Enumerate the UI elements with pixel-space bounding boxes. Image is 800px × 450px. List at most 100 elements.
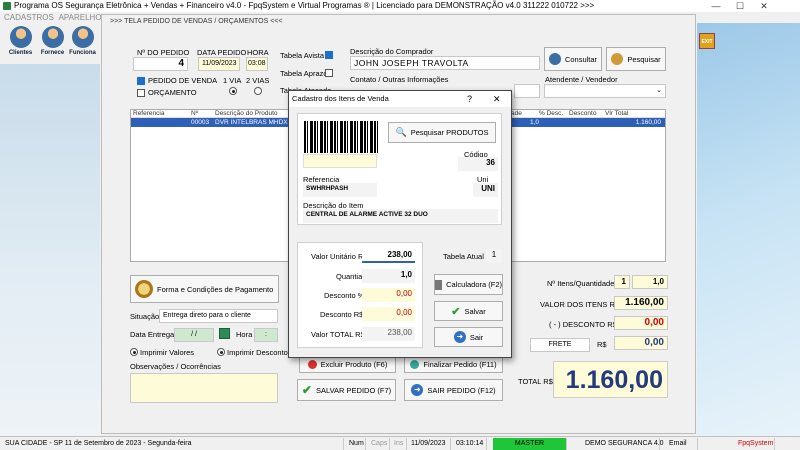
salvar-pedido-button[interactable]: ✔ SALVAR PEDIDO (F7) [297, 379, 396, 401]
help-icon[interactable]: ? [467, 91, 472, 107]
items-qty-field: 1,0 [632, 275, 668, 289]
check-icon: ✔ [451, 305, 461, 318]
consultar-button[interactable]: Consultar [544, 47, 602, 71]
col-quantidade: ade [511, 110, 522, 117]
sair-pedido-label: SAIR PEDIDO (F12) [427, 385, 496, 395]
status-num: Num [346, 438, 366, 450]
item-desc-field[interactable]: CENTRAL DE ALARME ACTIVE 32 DUO [303, 209, 498, 223]
delivery-date-label: Data Entrega [130, 330, 175, 339]
pedido-venda-checkbox[interactable] [137, 77, 145, 85]
row-quantidade: 1,0 [529, 119, 539, 126]
order-date-field[interactable]: 11/09/2023 [198, 57, 240, 71]
people-search-icon [611, 53, 624, 65]
col-total: Vlr Total [605, 110, 629, 117]
buyer-name-field[interactable]: JOHN JOSEPH TRAVOLTA [350, 56, 540, 70]
items-qty-label: Nº Itens/Quantidade [547, 279, 615, 288]
disc-field[interactable]: 0,00 [362, 307, 415, 321]
via1-label: 1 VIA [223, 76, 242, 85]
attendant-label: Atendente / Vendedor [545, 75, 618, 84]
check-icon: ✔ [301, 383, 312, 397]
col-desconto: Desconto [569, 110, 597, 117]
calendar-icon[interactable] [219, 328, 230, 339]
ref-field[interactable]: SWHRHPASH [303, 183, 377, 197]
order-number-field[interactable]: 4 [133, 57, 188, 71]
window-title-bar: Programa OS Segurança Eletrônica + Venda… [0, 0, 800, 12]
situation-select[interactable]: Entrega direto para o cliente [159, 309, 278, 323]
status-bar: SUA CIDADE - SP 11 de Setembro de 2023 -… [0, 436, 800, 450]
coins-icon [135, 280, 153, 298]
via2-radio[interactable] [254, 87, 262, 95]
screen-title: >>> TELA PEDIDO DE VENDAS / ORÇAMENTOS <… [110, 18, 283, 25]
disc-pct-field[interactable]: 0,00 [362, 288, 415, 302]
payment-button[interactable]: Forma e Condições de Pagamento [130, 275, 279, 303]
qty-label: Quantia [336, 272, 363, 281]
close-button[interactable]: ✕ [752, 0, 776, 12]
order-time-field[interactable]: 03:08 [246, 57, 268, 71]
arrow-icon: ➜ [453, 331, 466, 343]
minimize-button[interactable]: — [704, 0, 728, 12]
obs-field[interactable] [130, 373, 278, 403]
uni-field[interactable]: UNI [473, 183, 498, 197]
tabela-aprazo-checkbox[interactable] [325, 69, 333, 77]
obs-label: Observações / Ocorrências [130, 362, 221, 371]
desktop-background-right [697, 23, 800, 436]
frete-label: FRETE [530, 338, 590, 352]
orcamento-checkbox[interactable] [137, 89, 145, 97]
orcamento-label: ORÇAMENTO [148, 88, 197, 97]
pesquisar-button[interactable]: Pesquisar [606, 47, 666, 71]
item-dialog-title: Cadastro dos Itens de Venda [292, 94, 389, 103]
tabela-avista-label: Tabela Avista [280, 51, 325, 60]
exit-button[interactable]: EXIT [699, 33, 715, 49]
total-value: 1.160,00 [553, 361, 668, 398]
funciona-button[interactable]: Funciona [66, 24, 99, 64]
col-desc-pct: % Desc. [539, 110, 564, 117]
search-products-button[interactable]: 🔍 Pesquisar PRODUTOS [388, 122, 496, 143]
status-time: 03:10:14 [453, 438, 487, 450]
delivery-hour-field[interactable]: : [254, 328, 278, 342]
situation-label: Situação [130, 312, 160, 321]
print-discounts-radio[interactable] [217, 348, 225, 356]
via1-radio[interactable] [229, 87, 237, 95]
calculator-button[interactable]: Calculadora (F2) [434, 274, 503, 295]
excluir-produto-button[interactable]: Excluir Produto (F6) [299, 356, 396, 373]
unit-price-field[interactable]: 238,00 [362, 249, 415, 263]
item-dialog-title-bar: Cadastro dos Itens de Venda ? ✕ [289, 91, 511, 107]
clientes-button[interactable]: Clientes [4, 24, 37, 64]
barcode-field[interactable] [303, 154, 377, 168]
frete-field[interactable]: 0,00 [614, 336, 668, 350]
table-field[interactable]: 1 [486, 249, 502, 263]
fornece-icon [41, 26, 64, 48]
status-company: DEMO SEGURANCA 4.0 [582, 438, 664, 450]
dialog-close-icon[interactable]: ✕ [493, 91, 501, 107]
pedido-venda-label: PEDIDO DE VENDA [148, 76, 218, 85]
desconto-field: 0,00 [614, 316, 668, 330]
delivery-date-field[interactable]: / / [174, 328, 214, 342]
qty-field[interactable]: 1,0 [362, 269, 415, 283]
menu-cadastros[interactable]: CADASTROS [4, 13, 54, 22]
funciona-label: Funciona [69, 50, 96, 56]
attendant-select[interactable]: ⌄ [544, 84, 666, 98]
row-num: 00003 [191, 119, 210, 126]
people-icon [548, 53, 561, 65]
contact-field[interactable] [514, 84, 540, 98]
tabela-aprazo-label: Tabela Aprazo [280, 69, 328, 78]
calculator-icon [435, 279, 443, 290]
finalizar-pedido-button[interactable]: Finalizar Pedido (F11) [404, 356, 503, 373]
maximize-button[interactable]: ☐ [728, 0, 752, 12]
payment-label: Forma e Condições de Pagamento [157, 284, 274, 294]
code-field[interactable]: 36 [458, 157, 498, 171]
status-city-date: SUA CIDADE - SP 11 de Setembro de 2023 -… [2, 438, 344, 450]
via2-label: 2 VIAS [246, 76, 270, 85]
dialog-save-button[interactable]: ✔ Salvar [434, 301, 503, 321]
desktop-background-left [0, 64, 100, 436]
print-values-radio[interactable] [130, 348, 138, 356]
consultar-label: Consultar [564, 54, 598, 64]
dialog-exit-button[interactable]: ➜ Sair [434, 327, 503, 347]
tabela-avista-checkbox[interactable] [325, 51, 333, 59]
disc-label: Desconto R$ [320, 310, 364, 319]
menu-aparelhos[interactable]: APARELHOS [59, 13, 107, 22]
sair-pedido-button[interactable]: ➜ SAIR PEDIDO (F12) [404, 379, 503, 401]
situation-value: Entrega direto para o cliente [163, 312, 251, 319]
fornece-button[interactable]: Fornece [36, 24, 69, 64]
col-num: Nº [191, 110, 199, 117]
